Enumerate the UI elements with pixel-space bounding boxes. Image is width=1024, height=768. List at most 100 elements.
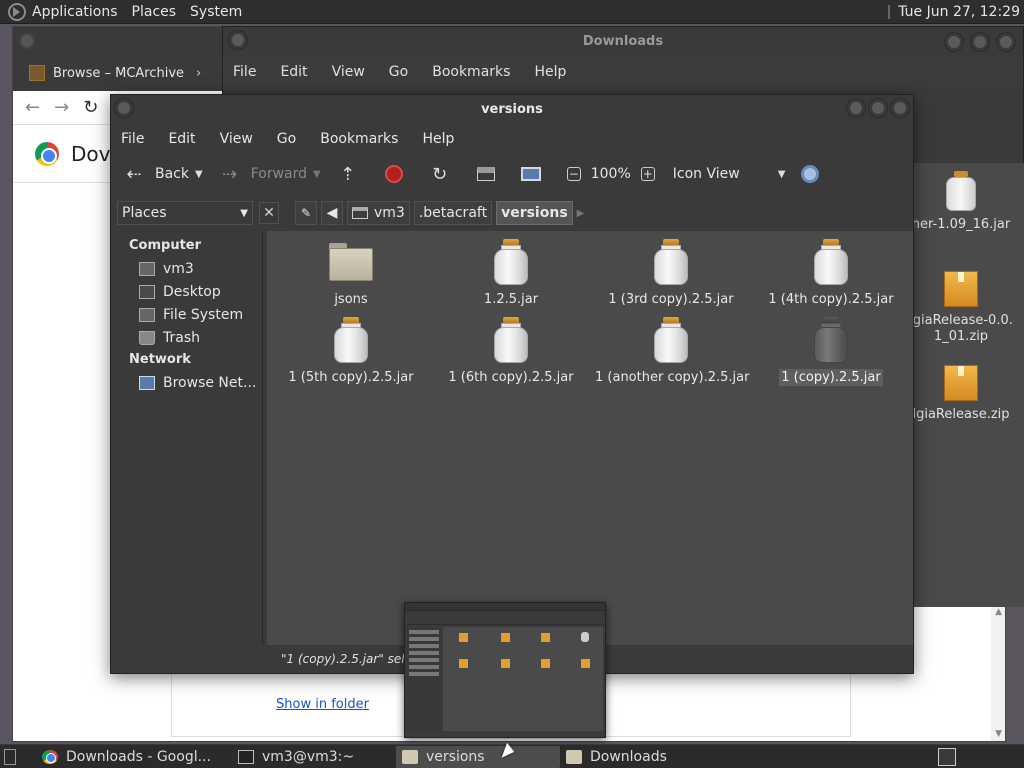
file-item[interactable]: 1 (another copy).2.5.jar xyxy=(593,317,749,386)
versions-window-menu-button[interactable] xyxy=(115,99,133,117)
sidebar-item-trash[interactable]: Trash xyxy=(111,326,262,349)
downloads-menu-go[interactable]: Go xyxy=(389,64,408,80)
desktop-icon xyxy=(139,284,155,299)
sidebar-item-browse-network[interactable]: Browse Net... xyxy=(111,371,262,394)
close-sidebar-button[interactable]: ✕ xyxy=(259,202,279,224)
taskbar-item-label: versions xyxy=(426,748,485,765)
show-in-folder-link[interactable]: Show in folder xyxy=(276,697,369,712)
jar-file-icon xyxy=(814,317,848,363)
sidebar-item-desktop[interactable]: Desktop xyxy=(111,280,262,303)
downloads-window-menu-button[interactable] xyxy=(229,31,247,49)
downloads-menu-edit[interactable]: Edit xyxy=(280,64,307,80)
file-item-jsons[interactable]: jsons xyxy=(273,239,429,308)
downloads-menu-file[interactable]: File xyxy=(233,64,256,80)
downloads-menu-bookmarks[interactable]: Bookmarks xyxy=(432,64,510,80)
zoom-in-icon[interactable]: + xyxy=(640,167,655,181)
menu-system[interactable]: System xyxy=(190,4,242,20)
menu-file[interactable]: File xyxy=(121,131,144,147)
taskbar-item-label: Downloads xyxy=(590,748,667,765)
home-button[interactable] xyxy=(476,167,505,181)
chrome-tab[interactable]: Browse – MCArchive › xyxy=(29,65,201,81)
computer-button[interactable] xyxy=(520,167,551,181)
folder-icon xyxy=(566,749,582,764)
file-name: 1 (copy).2.5.jar xyxy=(779,369,883,386)
up-button[interactable]: ⇡ xyxy=(337,163,369,185)
taskbar-item-label: Downloads - Googl... xyxy=(66,748,211,765)
versions-maximize-button[interactable] xyxy=(869,99,887,117)
computer-icon xyxy=(520,167,541,181)
view-mode-select[interactable]: Icon View ▼ xyxy=(673,166,786,182)
chevron-down-icon: ▼ xyxy=(240,207,248,219)
menu-places[interactable]: Places xyxy=(132,4,177,20)
forward-arrow-icon[interactable]: → xyxy=(54,97,69,118)
window-preview-thumbnail[interactable] xyxy=(404,602,606,738)
file-name: 1 (6th copy).2.5.jar xyxy=(448,370,574,385)
taskbar-item-chrome-downloads[interactable]: Downloads - Googl... xyxy=(36,746,232,768)
downloads-menu-help[interactable]: Help xyxy=(534,64,566,80)
distro-logo-icon[interactable] xyxy=(8,2,26,21)
file-item[interactable]: 1 (5th copy).2.5.jar xyxy=(273,317,429,386)
search-button[interactable] xyxy=(801,165,829,183)
menu-edit[interactable]: Edit xyxy=(168,131,195,147)
menu-go[interactable]: Go xyxy=(277,131,296,147)
forward-arrow-icon: ⇢ xyxy=(222,163,238,185)
reload-icon[interactable]: ↻ xyxy=(83,97,98,118)
sidebar-item-vm3[interactable]: vm3 xyxy=(111,257,262,280)
menu-applications[interactable]: Applications xyxy=(32,4,118,20)
file-name: 1 (another copy).2.5.jar xyxy=(595,370,750,385)
preview-toolbar xyxy=(405,611,605,625)
breadcrumb-vm3[interactable]: vm3 xyxy=(347,201,410,225)
back-history-dropdown-icon[interactable]: ▼ xyxy=(195,169,203,180)
versions-file-window: versions File Edit View Go Bookmarks Hel… xyxy=(110,94,914,674)
back-arrow-icon[interactable]: ← xyxy=(25,97,40,118)
sidebar-header-computer: Computer xyxy=(129,238,202,253)
jar-file-icon xyxy=(946,171,976,211)
sidebar-type-select[interactable]: Places ▼ xyxy=(117,201,253,225)
taskbar-item-terminal[interactable]: vm3@vm3:~ xyxy=(232,746,396,768)
clock[interactable]: Tue Jun 27, 12:29 xyxy=(898,4,1020,20)
file-item[interactable]: 1 (4th copy).2.5.jar xyxy=(753,239,909,308)
breadcrumb-scroll-left-button[interactable]: ◀ xyxy=(321,201,343,225)
jar-file-icon xyxy=(814,239,848,285)
back-button[interactable]: ⇠ Back ▼ xyxy=(123,163,203,185)
preview-menubar xyxy=(405,603,605,611)
zoom-out-icon[interactable]: − xyxy=(566,167,581,181)
show-desktop-icon[interactable] xyxy=(4,748,16,765)
scroll-down-arrow-icon[interactable]: ▼ xyxy=(995,729,1002,739)
file-item[interactable]: 1 (3rd copy).2.5.jar xyxy=(593,239,749,308)
file-icon-view[interactable]: jsons 1.2.5.jar 1 (3rd copy).2.5.jar 1 (… xyxy=(267,231,913,645)
versions-titlebar[interactable]: versions xyxy=(111,95,913,125)
zoom-level[interactable]: 100% xyxy=(591,166,631,182)
forward-history-dropdown-icon[interactable]: ▼ xyxy=(313,169,321,180)
menu-help[interactable]: Help xyxy=(422,131,454,147)
edit-location-button[interactable]: ✎ xyxy=(295,201,317,225)
downloads-maximize-button[interactable] xyxy=(971,33,989,51)
breadcrumb-betacraft[interactable]: .betacraft xyxy=(413,201,493,225)
reload-button[interactable]: ↻ xyxy=(429,163,461,185)
downloads-menu-view[interactable]: View xyxy=(332,64,365,80)
downloads-file-area: her-1.09_16.jar lgiaRelease-0.0. 1_01.zi… xyxy=(909,163,1024,607)
menu-view[interactable]: View xyxy=(220,131,253,147)
file-item-selected[interactable]: 1 (copy).2.5.jar xyxy=(753,317,909,386)
taskbar-item-versions[interactable]: versions xyxy=(396,745,560,768)
versions-minimize-button[interactable] xyxy=(847,99,865,117)
file-item[interactable]: 1.2.5.jar xyxy=(433,239,589,308)
trash-applet-icon[interactable] xyxy=(938,747,956,766)
versions-close-button[interactable] xyxy=(891,99,909,117)
stop-button[interactable] xyxy=(384,165,413,183)
menu-bookmarks[interactable]: Bookmarks xyxy=(320,131,398,147)
downloads-minimize-button[interactable] xyxy=(945,33,963,51)
file-item[interactable]: 1 (6th copy).2.5.jar xyxy=(433,317,589,386)
downloads-close-button[interactable] xyxy=(997,33,1015,51)
chrome-window-menu-button[interactable] xyxy=(19,33,35,49)
forward-label: Forward xyxy=(250,166,308,182)
forward-button[interactable]: ⇢ Forward ▼ xyxy=(219,163,321,185)
downloads-titlebar[interactable]: Downloads xyxy=(223,27,1023,57)
sidebar-header-network: Network xyxy=(129,352,191,367)
taskbar-item-downloads[interactable]: Downloads xyxy=(560,746,724,768)
breadcrumb-scroll-right-icon[interactable]: ▶ xyxy=(577,208,585,219)
folder-icon xyxy=(329,243,373,281)
breadcrumb-versions[interactable]: versions xyxy=(496,201,573,225)
sidebar-item-file-system[interactable]: File System xyxy=(111,303,262,326)
scroll-up-arrow-icon[interactable]: ▲ xyxy=(995,607,1002,617)
